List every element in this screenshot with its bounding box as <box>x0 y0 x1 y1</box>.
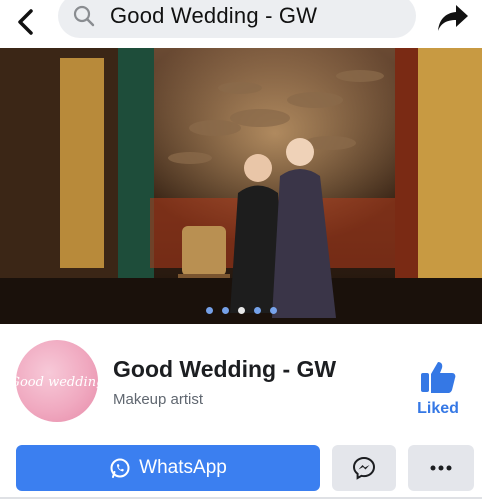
carousel-dot[interactable] <box>269 307 277 314</box>
carousel-dot[interactable] <box>205 307 213 314</box>
avatar[interactable]: Good wedding <box>16 340 98 422</box>
svg-text:Good wedding: Good wedding <box>16 375 98 390</box>
chevron-left-icon <box>18 9 33 35</box>
cover-photo-image <box>0 48 482 324</box>
messenger-button[interactable] <box>332 445 396 491</box>
page-header: Good wedding Good Wedding - GW Makeup ar… <box>0 330 482 430</box>
search-bar[interactable]: Good Wedding - GW <box>58 0 416 38</box>
action-buttons: WhatsApp <box>0 445 482 491</box>
search-query-text: Good Wedding - GW <box>110 3 318 28</box>
share-button[interactable] <box>432 0 474 38</box>
messenger-icon <box>352 456 376 480</box>
liked-label: Liked <box>417 400 459 417</box>
carousel-dot[interactable] <box>221 307 229 314</box>
top-bar: Good Wedding - GW <box>0 0 482 48</box>
whatsapp-label: WhatsApp <box>139 457 227 478</box>
carousel-dot-active[interactable] <box>237 307 245 314</box>
whatsapp-icon <box>110 458 130 478</box>
good-wedding-logo: Good wedding <box>16 375 98 390</box>
search-icon <box>72 4 96 28</box>
carousel-dot[interactable] <box>253 307 261 314</box>
whatsapp-button[interactable]: WhatsApp <box>16 445 320 491</box>
cover-photo[interactable] <box>0 48 482 324</box>
share-arrow-icon <box>438 5 468 31</box>
page-category: Makeup artist <box>113 391 204 408</box>
page-title: Good Wedding - GW <box>113 356 337 382</box>
thumbs-up-icon <box>421 362 456 393</box>
more-options-button[interactable] <box>408 445 474 491</box>
carousel-dots[interactable] <box>0 307 482 314</box>
liked-button[interactable]: Liked <box>408 360 468 420</box>
more-dots-icon <box>430 465 452 471</box>
back-button[interactable] <box>8 4 44 40</box>
